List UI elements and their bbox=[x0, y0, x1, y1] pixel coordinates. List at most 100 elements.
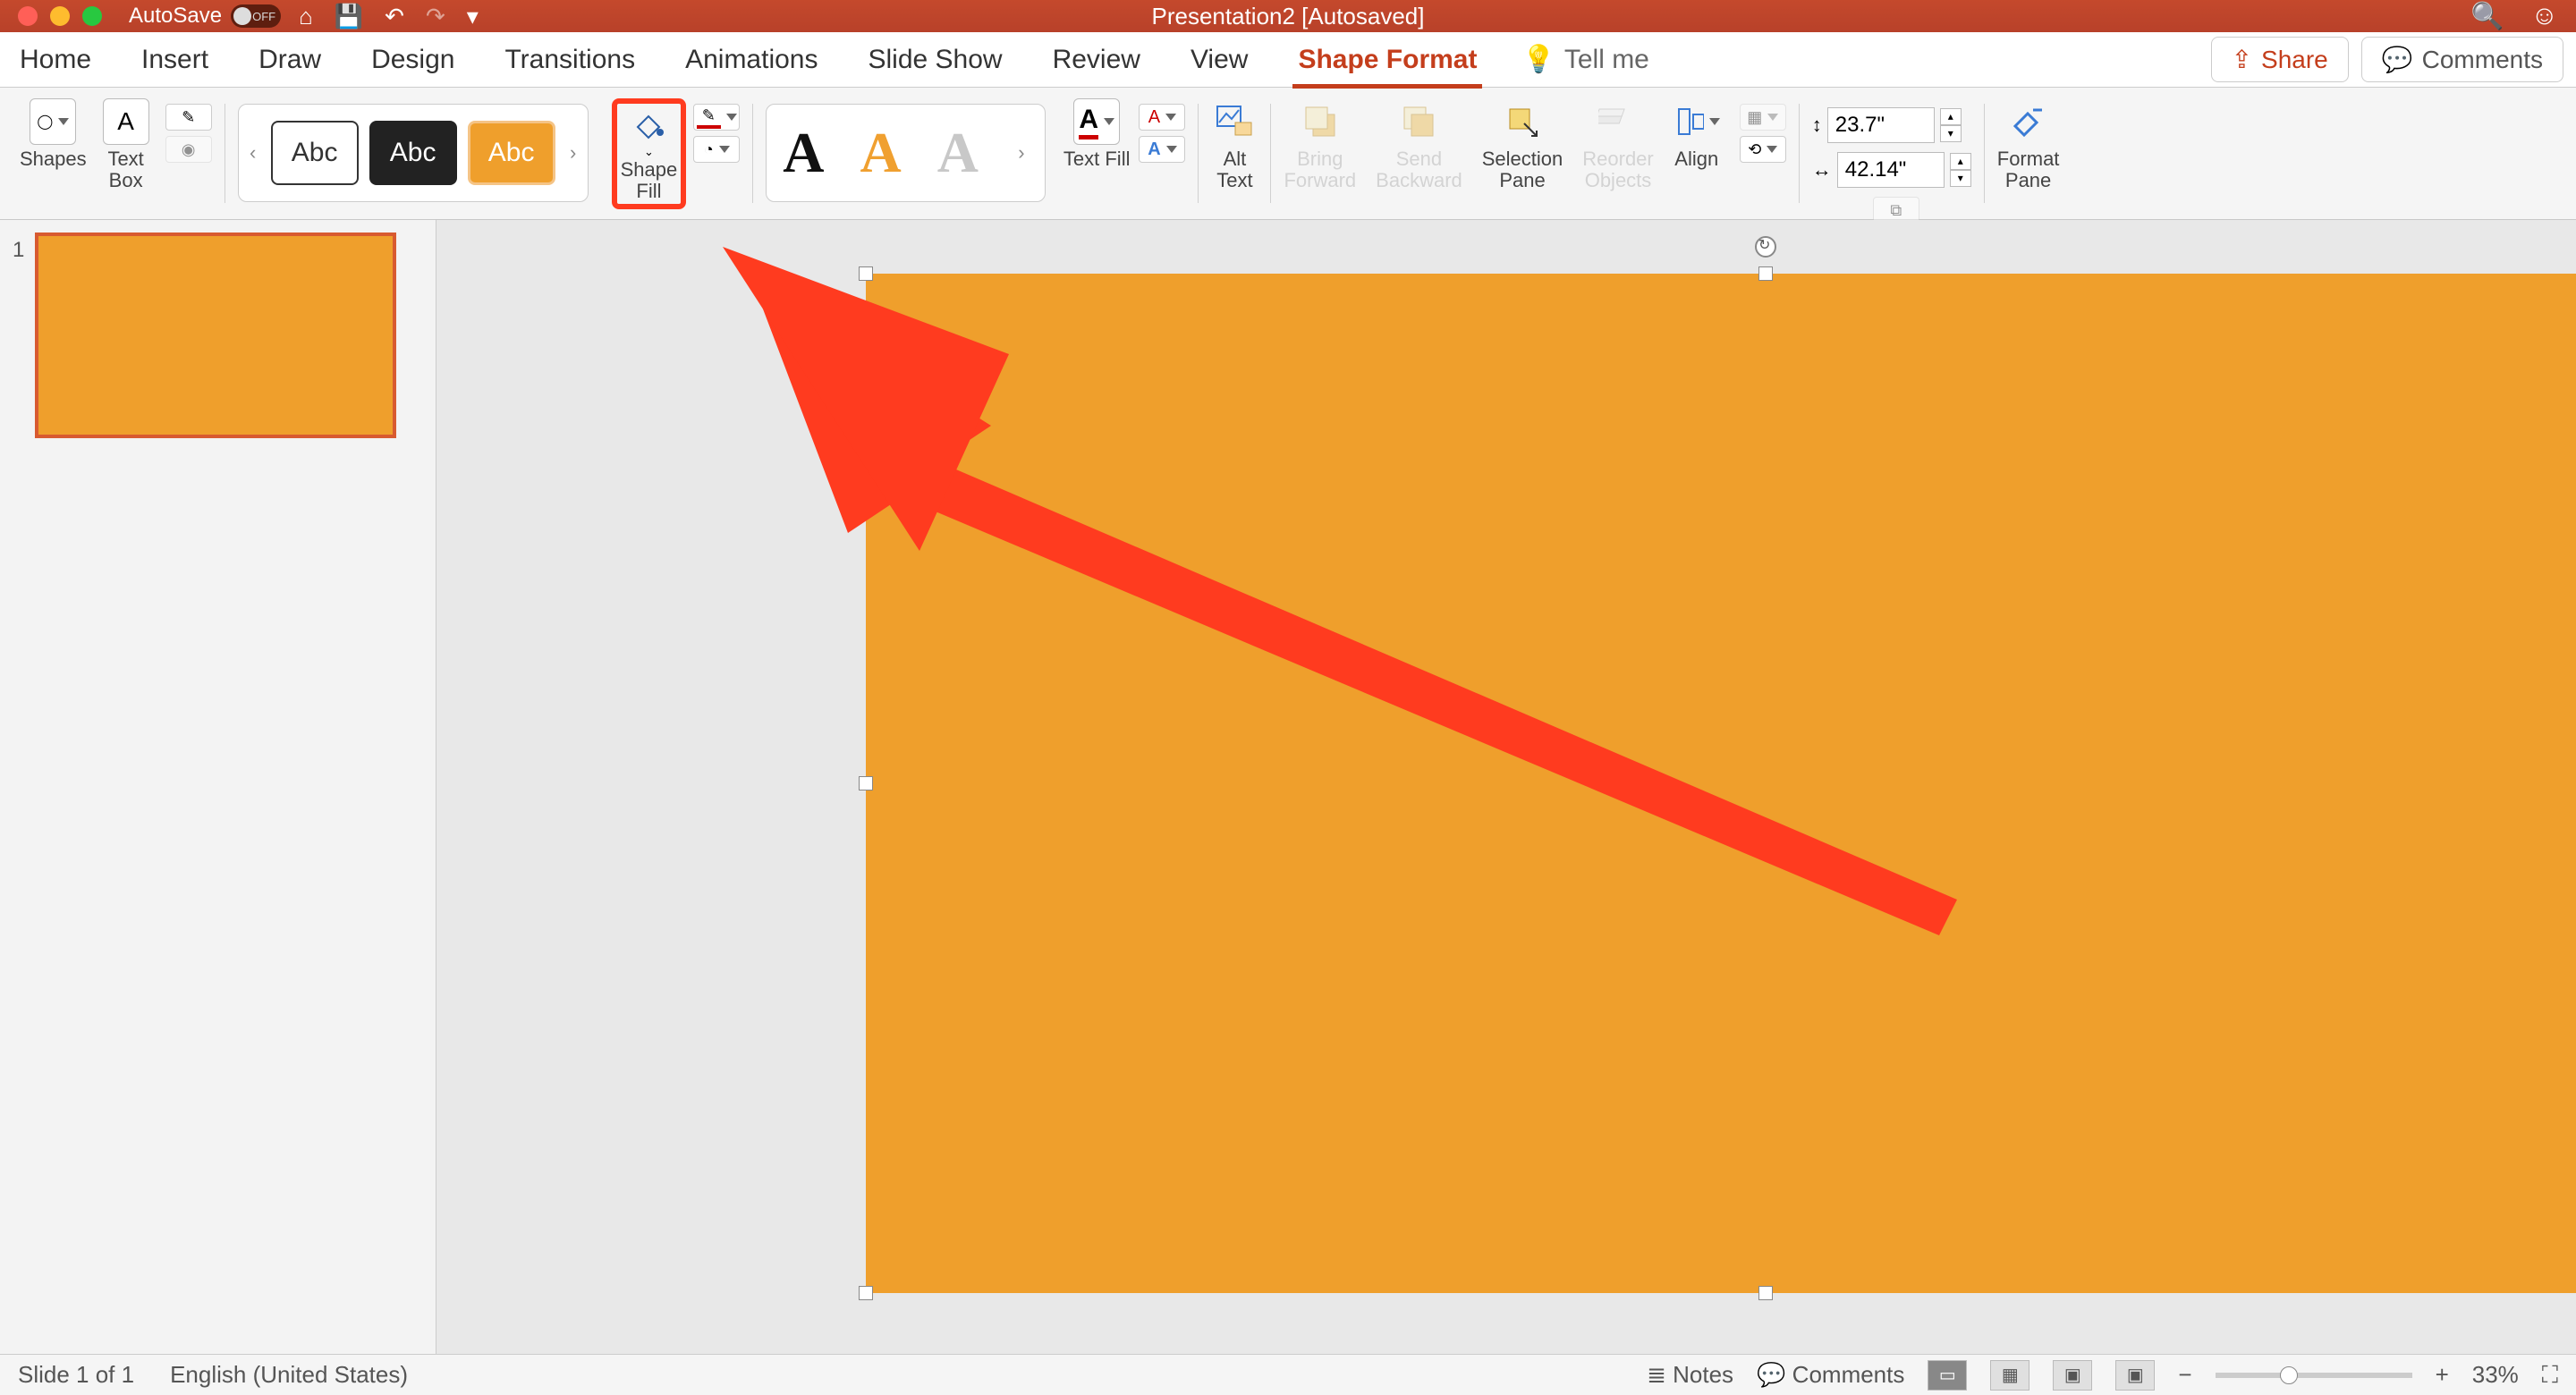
autosave-switch[interactable]: OFF bbox=[231, 4, 281, 28]
arrange-group: Bring Forward Send Backward Selection Pa… bbox=[1275, 95, 1794, 212]
slide-thumbnails-pane[interactable]: 1 bbox=[0, 220, 436, 1354]
maximize-window-button[interactable] bbox=[82, 6, 102, 26]
resize-handle-nw[interactable] bbox=[859, 266, 873, 281]
comments-status-button[interactable]: 💬 Comments bbox=[1757, 1361, 1904, 1389]
slide-indicator[interactable]: Slide 1 of 1 bbox=[18, 1361, 134, 1389]
height-up[interactable]: ▴ bbox=[1940, 108, 1962, 125]
tab-transitions[interactable]: Transitions bbox=[499, 45, 640, 75]
tab-design[interactable]: Design bbox=[366, 45, 460, 75]
resize-handle-s[interactable] bbox=[1758, 1286, 1773, 1300]
text-fill-button[interactable]: A bbox=[1073, 98, 1120, 145]
slide-canvas[interactable] bbox=[436, 220, 2576, 1354]
thumbnail-1[interactable]: 1 bbox=[13, 232, 423, 438]
edit-shape-button[interactable]: ✎ bbox=[165, 104, 212, 131]
close-window-button[interactable] bbox=[18, 6, 38, 26]
rotate-button[interactable]: ⟲ bbox=[1740, 136, 1786, 163]
work-area: 1 bbox=[0, 220, 2576, 1354]
bring-forward-button[interactable] bbox=[1297, 98, 1343, 145]
format-pane-group: Format Pane bbox=[1988, 95, 2069, 212]
width-icon: ↔ bbox=[1812, 158, 1832, 182]
comments-button[interactable]: 💬Comments bbox=[2361, 37, 2563, 82]
ribbon: ◯ Shapes A Text Box ✎ ◉ ‹ Abc Abc Abc › bbox=[0, 88, 2576, 220]
textbox-button[interactable]: A bbox=[103, 98, 149, 145]
autosave-label: AutoSave bbox=[129, 4, 222, 29]
shape-styles-group: ‹ Abc Abc Abc › bbox=[229, 95, 597, 212]
shape-style-2[interactable]: Abc bbox=[369, 121, 457, 185]
selected-rectangle-shape[interactable] bbox=[866, 274, 2576, 1293]
normal-view-button[interactable]: ▭ bbox=[1928, 1360, 1967, 1391]
notes-button[interactable]: ≣ Notes bbox=[1647, 1361, 1733, 1389]
paint-bucket-icon bbox=[629, 106, 668, 145]
sorter-view-button[interactable]: ▦ bbox=[1990, 1360, 2029, 1391]
gallery-prev-icon[interactable]: ‹ bbox=[246, 141, 260, 165]
autosave-toggle[interactable]: AutoSave OFF bbox=[129, 4, 281, 29]
height-icon: ↕ bbox=[1812, 114, 1822, 137]
search-icon[interactable]: 🔍 bbox=[2470, 1, 2504, 32]
selection-pane-button[interactable] bbox=[1499, 98, 1546, 145]
window-controls bbox=[0, 6, 102, 26]
language-indicator[interactable]: English (United States) bbox=[170, 1361, 408, 1389]
shape-style-3[interactable]: Abc bbox=[468, 121, 555, 185]
tab-draw[interactable]: Draw bbox=[253, 45, 326, 75]
shapes-button[interactable]: ◯ bbox=[30, 98, 76, 145]
titlebar: AutoSave OFF ⌂ 💾 ↶ ↷ ▾ Presentation2 [Au… bbox=[0, 0, 2576, 32]
zoom-out-button[interactable]: − bbox=[2178, 1361, 2191, 1389]
shape-styles-gallery[interactable]: ‹ Abc Abc Abc › bbox=[238, 104, 589, 202]
group-button[interactable]: ▦ bbox=[1740, 104, 1786, 131]
wordart-next-icon[interactable]: › bbox=[1014, 141, 1029, 165]
shape-outline-button[interactable]: ✎ bbox=[693, 104, 740, 131]
wordart-style-1[interactable]: A bbox=[783, 120, 824, 186]
minimize-window-button[interactable] bbox=[50, 6, 70, 26]
resize-handle-w[interactable] bbox=[859, 776, 873, 790]
zoom-slider[interactable] bbox=[2216, 1373, 2412, 1378]
shape-fill-button[interactable]: ⌄ Shape Fill bbox=[612, 98, 687, 209]
reorder-objects-button[interactable] bbox=[1595, 98, 1641, 145]
tab-slideshow[interactable]: Slide Show bbox=[862, 45, 1007, 75]
rotate-handle[interactable] bbox=[1755, 236, 1776, 258]
home-icon[interactable]: ⌂ bbox=[299, 3, 313, 30]
undo-icon[interactable]: ↶ bbox=[385, 3, 404, 30]
width-up[interactable]: ▴ bbox=[1950, 153, 1971, 170]
fit-to-window-button[interactable]: ⛶ bbox=[2542, 1361, 2558, 1390]
save-icon[interactable]: 💾 bbox=[335, 3, 363, 30]
reading-view-button[interactable]: ▣ bbox=[2053, 1360, 2092, 1391]
wordart-style-3[interactable]: A bbox=[937, 120, 979, 186]
zoom-in-button[interactable]: + bbox=[2436, 1361, 2449, 1389]
merge-shapes-button[interactable]: ◉ bbox=[165, 136, 212, 163]
comments-icon: 💬 bbox=[2382, 45, 2413, 74]
tab-view[interactable]: View bbox=[1185, 45, 1253, 75]
width-down[interactable]: ▾ bbox=[1950, 170, 1971, 187]
wordart-style-2[interactable]: A bbox=[860, 120, 901, 186]
account-icon[interactable]: ☺ bbox=[2530, 1, 2558, 32]
tab-review[interactable]: Review bbox=[1047, 45, 1146, 75]
resize-handle-n[interactable] bbox=[1758, 266, 1773, 281]
format-pane-button[interactable] bbox=[2005, 98, 2052, 145]
gallery-next-icon[interactable]: › bbox=[566, 141, 580, 165]
shape-style-1[interactable]: Abc bbox=[271, 121, 359, 185]
align-button[interactable] bbox=[1674, 98, 1720, 145]
redo-icon[interactable]: ↷ bbox=[426, 3, 445, 30]
alt-text-group: Alt Text bbox=[1202, 95, 1267, 212]
wordart-gallery[interactable]: A A A › bbox=[766, 104, 1046, 202]
height-down[interactable]: ▾ bbox=[1940, 125, 1962, 142]
tell-me-search[interactable]: 💡 Tell me bbox=[1521, 44, 1648, 75]
shape-effects-button[interactable]: ◔ bbox=[693, 136, 740, 163]
quick-access-toolbar: ⌂ 💾 ↶ ↷ ▾ bbox=[299, 3, 479, 30]
share-button[interactable]: ⇪Share bbox=[2211, 37, 2349, 82]
slide-thumbnail[interactable] bbox=[35, 232, 396, 438]
height-input[interactable]: 23.7" bbox=[1827, 107, 1935, 143]
send-backward-button[interactable] bbox=[1395, 98, 1442, 145]
tab-insert[interactable]: Insert bbox=[136, 45, 214, 75]
wordart-styles-group: A A A › bbox=[757, 95, 1055, 212]
zoom-level[interactable]: 33% bbox=[2472, 1361, 2519, 1389]
tab-animations[interactable]: Animations bbox=[680, 45, 823, 75]
tab-shape-format[interactable]: Shape Format bbox=[1292, 45, 1482, 89]
alt-text-button[interactable] bbox=[1211, 98, 1258, 145]
qat-customize-icon[interactable]: ▾ bbox=[467, 3, 479, 30]
text-outline-button[interactable]: A bbox=[1139, 104, 1185, 131]
tab-home[interactable]: Home bbox=[14, 45, 97, 75]
resize-handle-sw[interactable] bbox=[859, 1286, 873, 1300]
slideshow-view-button[interactable]: ▣ bbox=[2115, 1360, 2155, 1391]
width-input[interactable]: 42.14" bbox=[1837, 152, 1945, 188]
text-effects-button[interactable]: A bbox=[1139, 136, 1185, 163]
